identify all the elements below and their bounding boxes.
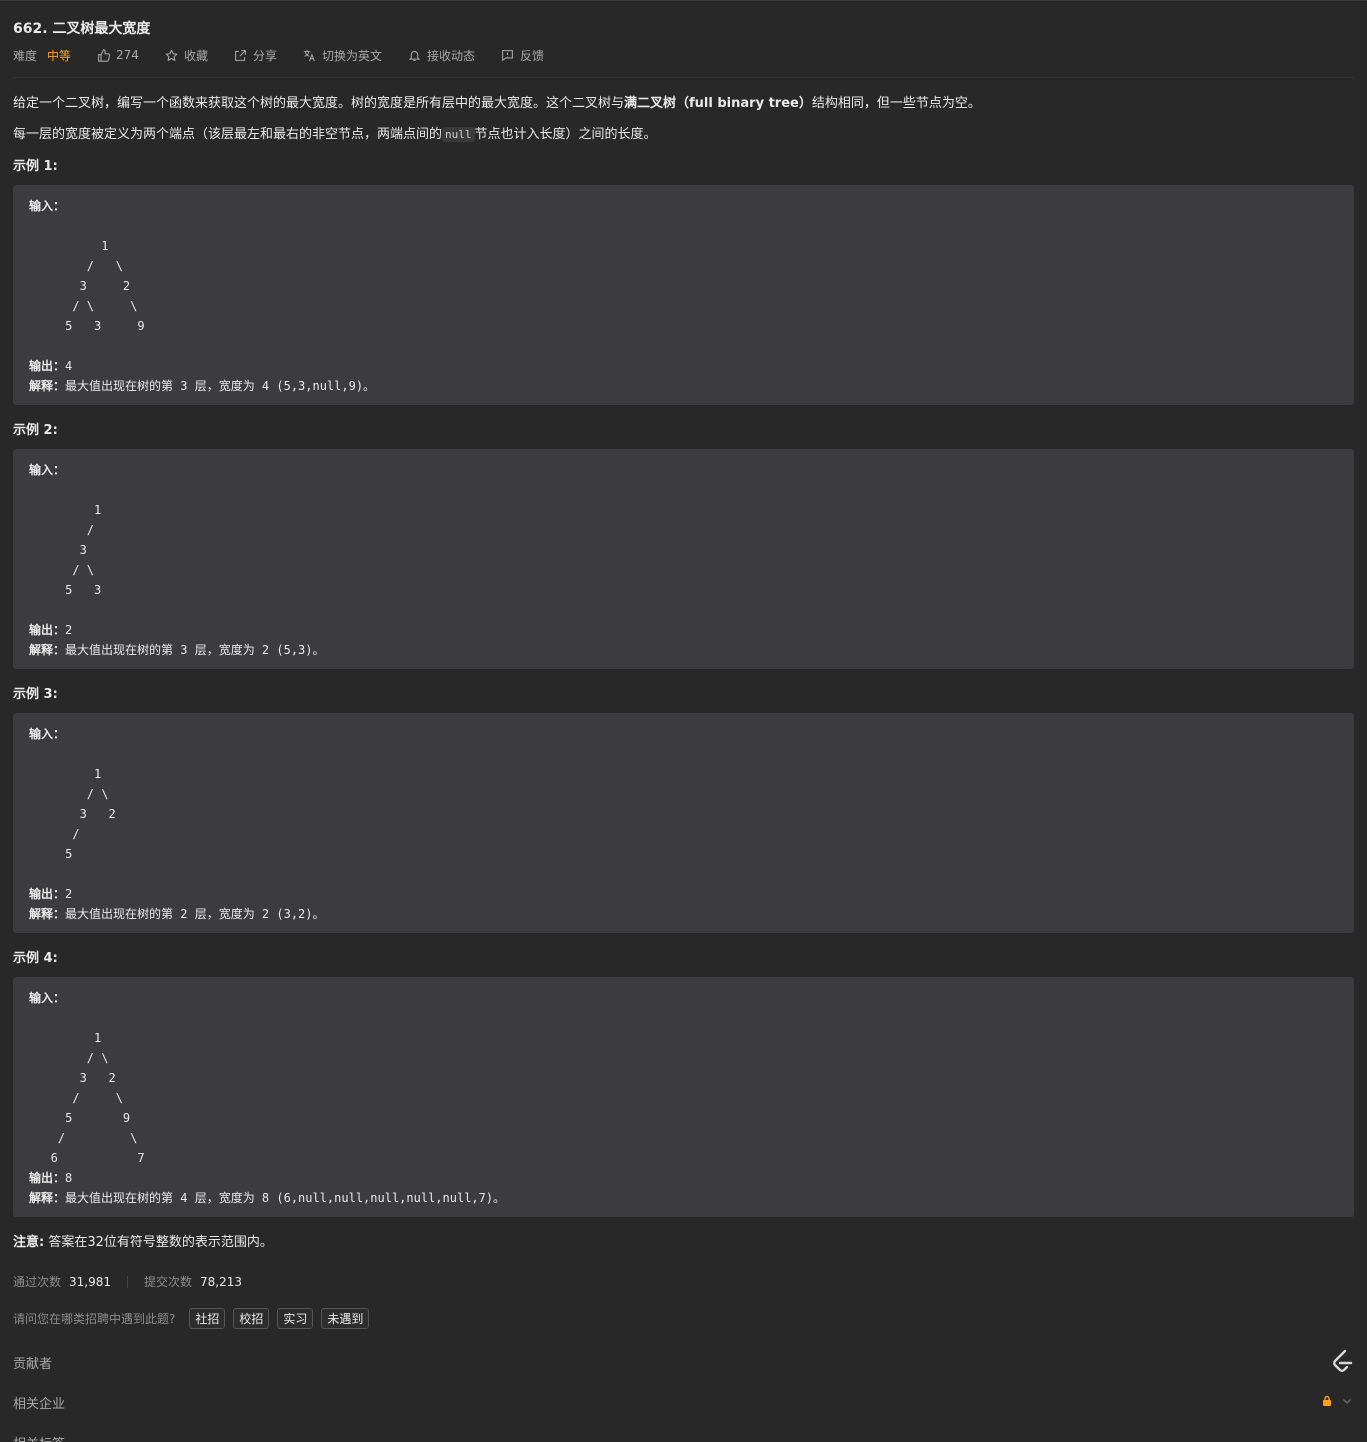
bell-icon xyxy=(408,50,421,61)
explain-label: 解释： xyxy=(29,643,66,657)
thumbs-up-icon xyxy=(98,48,111,62)
input-label: 输入： xyxy=(29,991,66,1005)
accepted-label: 通过次数 xyxy=(13,1275,62,1289)
description-text: 每一层的宽度被定义为两个端点（该层最左和最右的非空节点，两端点间的 xyxy=(13,127,443,142)
related-tags-section[interactable]: 相关标签 xyxy=(13,1433,65,1442)
interview-survey: 请问您在哪类招聘中遇到此题? 社招 校招 实习 未遇到 xyxy=(13,1308,377,1329)
contributors-section[interactable]: 贡献者 xyxy=(13,1353,52,1372)
example-explanation: 最大值出现在树的第 4 层，宽度为 8 (6,null,null,null,nu… xyxy=(65,1191,506,1205)
example-explanation: 最大值出现在树的第 2 层，宽度为 2 (3,2)。 xyxy=(65,907,325,921)
example-title: 示例 3: xyxy=(13,687,58,702)
favorite-label: 收藏 xyxy=(183,48,208,63)
share-label: 分享 xyxy=(252,48,277,63)
favorite-button[interactable]: 收藏 xyxy=(165,47,208,64)
survey-option-campus[interactable]: 校招 xyxy=(233,1308,270,1329)
output-label: 输出： xyxy=(29,887,66,901)
submission-stats: 通过次数 31,981 提交次数 78,213 xyxy=(13,1273,242,1290)
output-label: 输出： xyxy=(29,359,66,373)
example-tree: 1 / \ 3 2 / \ \ 5 3 9 xyxy=(65,239,145,333)
survey-question: 请问您在哪类招聘中遇到此题? xyxy=(13,1312,176,1326)
input-label: 输入： xyxy=(29,463,66,477)
example-code-block: 输入： 1 / \ 3 2 / \ \ 5 3 9 输出：4 解释：最大值出现在… xyxy=(13,185,1354,405)
related-companies-section[interactable]: 相关企业 xyxy=(13,1393,65,1412)
share-button[interactable]: 分享 xyxy=(234,47,277,64)
example-tree: 1 / \ 3 2 / \ 5 9 / \ 6 7 xyxy=(50,1031,145,1165)
switch-language-label: 切换为英文 xyxy=(321,48,382,63)
output-label: 输出： xyxy=(29,1171,66,1185)
description-text: 结构相同，但一些节点为空。 xyxy=(811,96,981,111)
problem-description-panel: 662. 二叉树最大宽度 难度 中等 274 收藏 分享 切换为英文 接收动态 … xyxy=(0,0,1367,1442)
submissions-label: 提交次数 xyxy=(144,1275,193,1289)
example-title: 示例 4: xyxy=(13,951,58,966)
difficulty-badge: 中等 xyxy=(47,48,72,63)
share-icon xyxy=(235,49,246,61)
companies-lock[interactable] xyxy=(1321,1395,1353,1407)
survey-option-not-encountered[interactable]: 未遇到 xyxy=(321,1308,370,1329)
survey-option-internship[interactable]: 实习 xyxy=(277,1308,314,1329)
note-label: 注意: xyxy=(13,1235,45,1250)
difficulty-label: 难度 xyxy=(13,48,38,63)
switch-language-button[interactable]: 切换为英文 xyxy=(303,47,382,64)
star-icon xyxy=(165,49,178,61)
note-text: 答案在32位有符号整数的表示范围内。 xyxy=(48,1235,273,1250)
subscribe-label: 接收动态 xyxy=(426,48,475,63)
example-title: 示例 2: xyxy=(13,423,58,438)
example-output: 4 xyxy=(65,359,73,373)
feedback-button[interactable]: 反馈 xyxy=(501,47,544,64)
example-tree: 1 / 3 / \ 5 3 xyxy=(65,503,102,597)
description-emphasis: 满二叉树（full binary tree） xyxy=(624,96,812,111)
problem-title: 662. 二叉树最大宽度 xyxy=(13,21,151,37)
example-output: 2 xyxy=(65,623,73,637)
contributor-avatar[interactable] xyxy=(1329,1348,1355,1380)
chevron-down-icon xyxy=(1343,1399,1351,1404)
like-button[interactable]: 274 xyxy=(97,48,139,62)
example-explanation: 最大值出现在树的第 3 层，宽度为 4 (5,3,null,9)。 xyxy=(65,379,376,393)
example-output: 2 xyxy=(65,887,73,901)
example-code-block: 输入： 1 / 3 / \ 5 3 输出：2 解释：最大值出现在树的第 3 层，… xyxy=(13,449,1354,669)
description-text: 给定一个二叉树，编写一个函数来获取这个树的最大宽度。树的宽度是所有层中的最大宽度… xyxy=(13,96,625,111)
example-code-block: 输入： 1 / \ 3 2 / 5 输出：2 解释：最大值出现在树的第 2 层，… xyxy=(13,713,1354,933)
description-paragraph-1: 给定一个二叉树，编写一个函数来获取这个树的最大宽度。树的宽度是所有层中的最大宽度… xyxy=(13,92,981,111)
feedback-icon xyxy=(502,49,513,61)
subscribe-button[interactable]: 接收动态 xyxy=(408,47,475,64)
leetcode-logo-icon xyxy=(1333,1349,1353,1372)
inline-code: null xyxy=(442,127,475,142)
explain-label: 解释： xyxy=(29,907,66,921)
output-label: 输出： xyxy=(29,623,66,637)
example-title: 示例 1: xyxy=(13,159,58,174)
input-label: 输入： xyxy=(29,199,66,213)
stats-divider xyxy=(127,1275,129,1288)
lock-icon xyxy=(1323,1395,1331,1406)
explain-label: 解释： xyxy=(29,1191,66,1205)
feedback-label: 反馈 xyxy=(520,48,545,63)
survey-option-social[interactable]: 社招 xyxy=(189,1308,226,1329)
like-count: 274 xyxy=(116,48,139,62)
example-tree: 1 / \ 3 2 / 5 xyxy=(65,767,116,861)
explain-label: 解释： xyxy=(29,379,66,393)
example-code-block: 输入： 1 / \ 3 2 / \ 5 9 / \ 6 7 输出：8 解释：最大… xyxy=(13,977,1354,1217)
accepted-count: 31,981 xyxy=(69,1274,112,1289)
submissions-count: 78,213 xyxy=(200,1274,243,1289)
example-output: 8 xyxy=(65,1171,73,1185)
meta-divider xyxy=(13,77,1354,78)
problem-meta-bar: 难度 中等 274 收藏 分享 切换为英文 接收动态 反馈 xyxy=(13,46,570,64)
description-paragraph-2: 每一层的宽度被定义为两个端点（该层最左和最右的非空节点，两端点间的 null 节点也… xyxy=(13,123,657,142)
note: 注意: 答案在32位有符号整数的表示范围内。 xyxy=(13,1231,273,1250)
description-text: 节点也计入长度）之间的长度。 xyxy=(474,127,657,142)
translate-icon xyxy=(303,49,315,61)
example-explanation: 最大值出现在树的第 3 层，宽度为 2 (5,3)。 xyxy=(65,643,325,657)
input-label: 输入： xyxy=(29,727,66,741)
